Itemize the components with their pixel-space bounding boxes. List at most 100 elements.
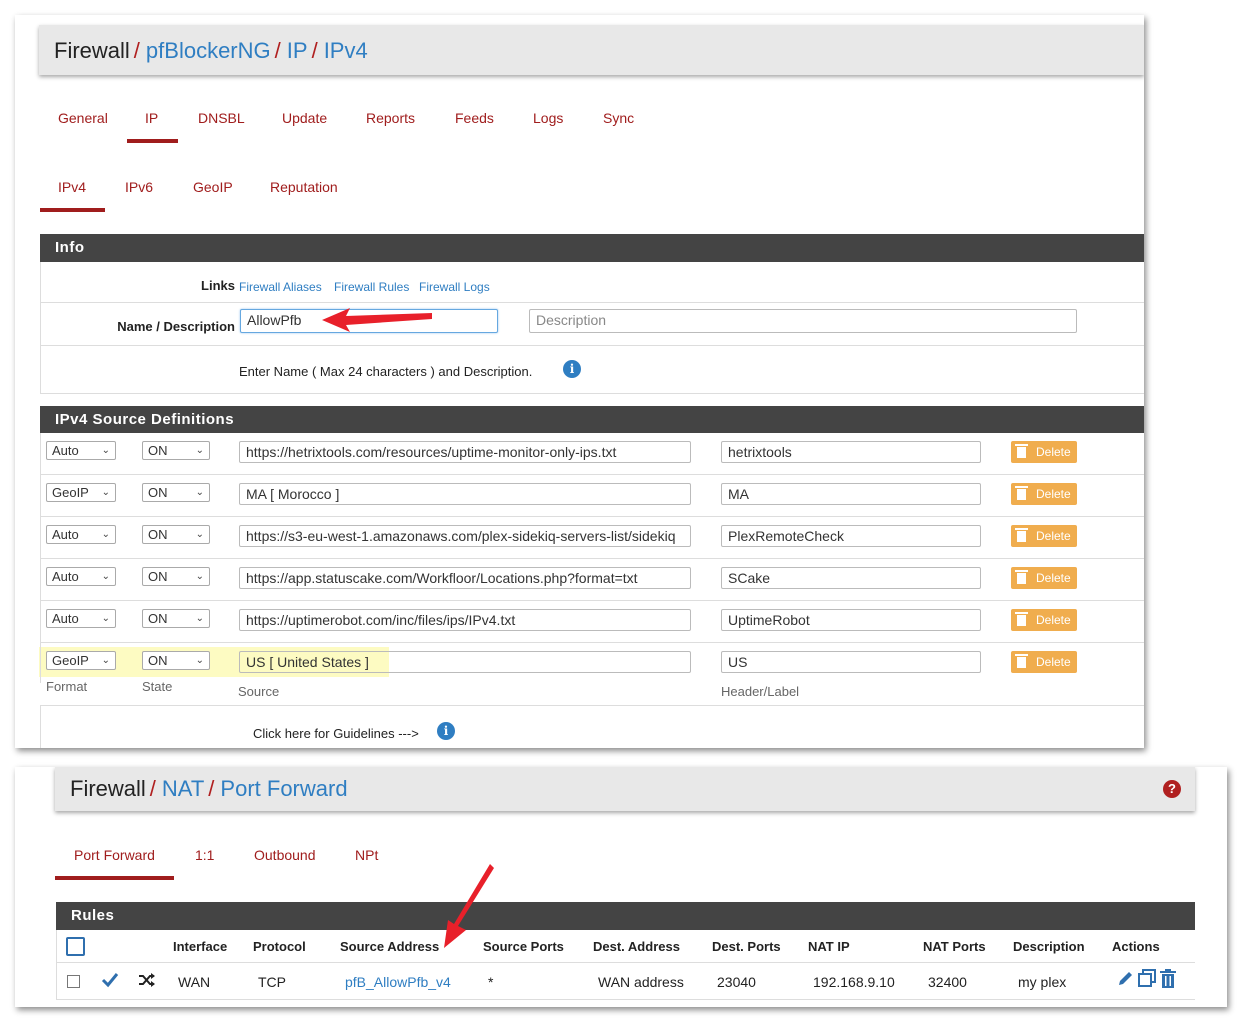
- source-row: Auto ⌄ ON ⌄ https://hetrixtools.com/resource…: [40, 433, 1144, 475]
- firewall-logs-link[interactable]: Firewall Logs: [419, 280, 490, 294]
- state-select[interactable]: ON ⌄: [142, 441, 210, 460]
- trash-icon: [1015, 444, 1028, 458]
- tab-general[interactable]: General: [58, 110, 108, 126]
- table-row[interactable]: WAN TCP pfB_AllowPfb_v4 * WAN address 23…: [56, 963, 1195, 1000]
- row-nat-ports: 32400: [928, 974, 967, 990]
- source-input[interactable]: US [ United States ]: [239, 651, 691, 673]
- chevron-down-icon: ⌄: [101, 529, 110, 540]
- col-description: Description: [1013, 939, 1085, 954]
- breadcrumb-nat[interactable]: NAT: [162, 776, 204, 801]
- source-row: GeoIP ⌄ ON ⌄ US [ United States ] US Delete: [40, 643, 1144, 683]
- source-input[interactable]: https://s3-eu-west-1.amazonaws.com/plex-…: [239, 525, 691, 547]
- select-all-checkbox[interactable]: [66, 937, 85, 956]
- firewall-aliases-link[interactable]: Firewall Aliases: [239, 280, 322, 294]
- format-select[interactable]: Auto ⌄: [46, 609, 116, 628]
- state-select[interactable]: ON ⌄: [142, 525, 210, 544]
- source-row: GeoIP ⌄ ON ⌄ MA [ Morocco ] MA Delete: [40, 475, 1144, 517]
- tab-feeds[interactable]: Feeds: [455, 110, 494, 126]
- copy-icon[interactable]: [1138, 969, 1157, 988]
- header-label-input[interactable]: PlexRemoteCheck: [721, 525, 981, 547]
- active-tab-indicator: [127, 139, 178, 143]
- breadcrumb-ipv4[interactable]: IPv4: [324, 38, 368, 63]
- state-select[interactable]: ON ⌄: [142, 567, 210, 586]
- tab-sync[interactable]: Sync: [603, 110, 634, 126]
- col-nat-ports: NAT Ports: [923, 939, 986, 954]
- state-value: ON: [148, 443, 168, 458]
- state-select[interactable]: ON ⌄: [142, 651, 210, 670]
- pfblocker-panel: Firewall / pfBlockerNG / IP / IPv4 General IP …: [15, 15, 1144, 748]
- delete-button[interactable]: Delete: [1011, 651, 1077, 673]
- breadcrumb-pfblockerng[interactable]: pfBlockerNG: [146, 38, 271, 63]
- tab-logs[interactable]: Logs: [533, 110, 563, 126]
- subtab-ipv6[interactable]: IPv6: [125, 179, 153, 195]
- col-interface: Interface: [173, 939, 228, 954]
- source-input[interactable]: MA [ Morocco ]: [239, 483, 691, 505]
- header-label-input[interactable]: UptimeRobot: [721, 609, 981, 631]
- row-source-address[interactable]: pfB_AllowPfb_v4: [345, 974, 451, 990]
- firewall-rules-link[interactable]: Firewall Rules: [334, 280, 409, 294]
- format-value: Auto: [52, 527, 79, 542]
- chevron-down-icon: ⌄: [195, 529, 204, 540]
- source-input[interactable]: https://uptimerobot.com/inc/files/ips/IP…: [239, 609, 691, 631]
- enabled-check-icon[interactable]: [101, 972, 119, 988]
- tab-npt[interactable]: NPt: [355, 847, 378, 863]
- delete-button[interactable]: Delete: [1011, 567, 1077, 589]
- delete-button[interactable]: Delete: [1011, 441, 1077, 463]
- info-title: Info: [55, 239, 85, 256]
- header-label-input[interactable]: US: [721, 651, 981, 673]
- subtab-geoip[interactable]: GeoIP: [193, 179, 233, 195]
- guidelines-info-icon[interactable]: i: [437, 722, 455, 740]
- description-input[interactable]: Description: [529, 309, 1077, 333]
- format-select[interactable]: Auto ⌄: [46, 567, 116, 586]
- subtab-reputation[interactable]: Reputation: [270, 179, 338, 195]
- tab-update[interactable]: Update: [282, 110, 327, 126]
- trash-icon[interactable]: [1160, 969, 1176, 988]
- tab-reports[interactable]: Reports: [366, 110, 415, 126]
- row-checkbox[interactable]: [67, 975, 80, 988]
- delete-button[interactable]: Delete: [1011, 525, 1077, 547]
- header-label-input[interactable]: hetrixtools: [721, 441, 981, 463]
- col-nat-ip: NAT IP: [808, 939, 850, 954]
- delete-button[interactable]: Delete: [1011, 483, 1077, 505]
- format-select[interactable]: Auto ⌄: [46, 441, 116, 460]
- chevron-down-icon: ⌄: [101, 487, 110, 498]
- info-icon[interactable]: i: [563, 360, 581, 378]
- trash-icon: [1015, 612, 1028, 626]
- tab-ip[interactable]: IP: [145, 110, 158, 126]
- format-select[interactable]: GeoIP ⌄: [46, 651, 116, 670]
- breadcrumb-sep: /: [149, 776, 156, 801]
- help-icon[interactable]: ?: [1163, 780, 1181, 798]
- breadcrumb-ip[interactable]: IP: [287, 38, 308, 63]
- breadcrumb-port-forward[interactable]: Port Forward: [220, 776, 347, 801]
- tab-port-forward[interactable]: Port Forward: [74, 847, 155, 863]
- source-input[interactable]: https://app.statuscake.com/Workfloor/Loc…: [239, 567, 691, 589]
- col-dest-address: Dest. Address: [593, 939, 680, 954]
- subtab-ipv4[interactable]: IPv4: [58, 179, 86, 195]
- breadcrumb-sep: /: [133, 38, 140, 63]
- format-select[interactable]: Auto ⌄: [46, 525, 116, 544]
- col-source-address: Source Address: [340, 939, 440, 954]
- row-nat-ip: 192.168.9.10: [813, 974, 895, 990]
- tab-outbound[interactable]: Outbound: [254, 847, 316, 863]
- delete-label: Delete: [1036, 613, 1071, 627]
- edit-pencil-icon[interactable]: [1116, 970, 1134, 988]
- state-select[interactable]: ON ⌄: [142, 609, 210, 628]
- name-help-row: Enter Name ( Max 24 characters ) and Des…: [40, 346, 1144, 394]
- header-label-input[interactable]: MA: [721, 483, 981, 505]
- source-input[interactable]: https://hetrixtools.com/resources/uptime…: [239, 441, 691, 463]
- tab-dnsbl[interactable]: DNSBL: [198, 110, 245, 126]
- header-label-input[interactable]: SCake: [721, 567, 981, 589]
- guidelines-link[interactable]: Click here for Guidelines --->: [253, 726, 419, 741]
- active-tab-indicator: [55, 876, 174, 880]
- delete-button[interactable]: Delete: [1011, 609, 1077, 631]
- tab-one-to-one[interactable]: 1:1: [195, 847, 214, 863]
- breadcrumb-sep: /: [274, 38, 281, 63]
- shuffle-icon: [139, 973, 155, 987]
- chevron-down-icon: ⌄: [101, 655, 110, 666]
- format-select[interactable]: GeoIP ⌄: [46, 483, 116, 502]
- format-value: Auto: [52, 443, 79, 458]
- delete-label: Delete: [1036, 445, 1071, 459]
- trash-icon: [1015, 486, 1028, 500]
- source-row: Auto ⌄ ON ⌄ https://uptimerobot.com/inc/file…: [40, 601, 1144, 643]
- state-select[interactable]: ON ⌄: [142, 483, 210, 502]
